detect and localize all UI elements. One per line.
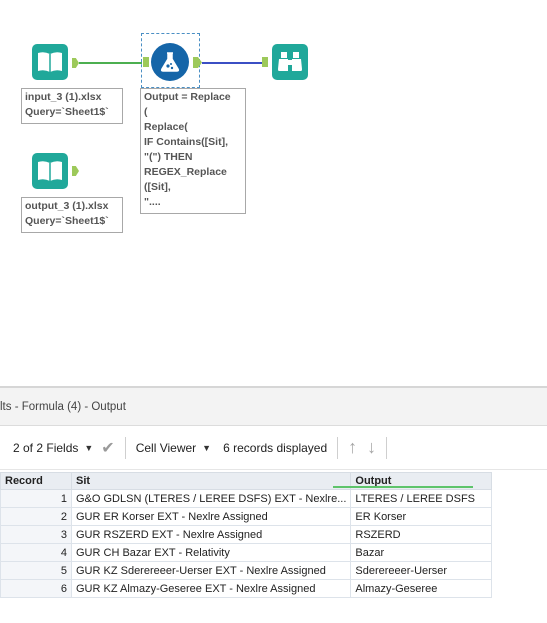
table-row[interactable]: 4 GUR CH Bazar EXT - Relativity Bazar — [0, 543, 493, 562]
record-cell[interactable]: 4 — [0, 543, 72, 562]
sit-cell[interactable]: GUR KZ Almazy-Geseree EXT - Nexlre Assig… — [70, 579, 352, 598]
annotation-line: ".... — [144, 196, 161, 208]
table-row[interactable]: 3 GUR RSZERD EXT - Nexlre Assigned RSZER… — [0, 525, 493, 544]
results-panel: lts - Formula (4) - Output 2 of 2 Fields… — [0, 386, 547, 623]
formula-annotation: Output = Replace ( Replace( IF Contains(… — [140, 88, 246, 214]
chevron-down-icon: ▼ — [202, 442, 212, 453]
sit-cell[interactable]: GUR KZ Sderereeer-Uerser EXT - Nexlre As… — [70, 561, 352, 580]
annotation-line: ([Sit], — [144, 181, 171, 193]
binoculars-icon — [278, 52, 302, 71]
table-row[interactable]: 1 G&O GDLSN (LTERES / LEREE DSFS) EXT - … — [0, 489, 493, 508]
output-column-selection-bar — [333, 486, 473, 488]
chevron-down-icon: ▼ — [84, 442, 94, 453]
arrow-up-icon[interactable]: ↑ — [348, 437, 357, 458]
sit-cell[interactable]: GUR CH Bazar EXT - Relativity — [70, 543, 352, 562]
table-row[interactable]: 2 GUR ER Korser EXT - Nexlre Assigned ER… — [0, 507, 493, 526]
annotation-line: Query=`Sheet1$` — [25, 106, 109, 118]
connection-line[interactable] — [79, 62, 142, 64]
output-tool-anchor[interactable] — [72, 166, 79, 176]
checkmark-icon[interactable]: ✔ — [101, 438, 114, 458]
annotation-line: Replace( — [144, 121, 188, 133]
annotation-line: IF Contains([Sit], — [144, 136, 228, 148]
table-row[interactable]: 6 GUR KZ Almazy-Geseree EXT - Nexlre Ass… — [0, 579, 493, 598]
sit-cell[interactable]: GUR RSZERD EXT - Nexlre Assigned — [70, 525, 352, 544]
results-toolbar: 2 of 2 Fields ▼ ✔ Cell Viewer ▼ 6 record… — [0, 426, 547, 470]
fields-dropdown[interactable]: 2 of 2 Fields ▼ — [13, 441, 93, 455]
record-cell[interactable]: 6 — [0, 579, 72, 598]
output-annotation: output_3 (1).xlsx Query=`Sheet1$` — [21, 197, 123, 233]
toolbar-divider — [386, 436, 388, 459]
results-table: Record Sit Output 1 G&O GDLSN (LTERES / … — [0, 472, 493, 598]
workflow-canvas[interactable]: input_3 (1).xlsx Query=`Sheet1$` Output … — [0, 0, 547, 385]
output-cell[interactable]: RSZERD — [350, 525, 493, 544]
formula-tool[interactable] — [151, 43, 189, 81]
formula-output-anchor[interactable] — [193, 57, 202, 68]
flask-icon — [160, 52, 180, 72]
results-title: lts - Formula (4) - Output — [0, 386, 547, 426]
record-cell[interactable]: 5 — [0, 561, 72, 580]
output-cell[interactable]: Bazar — [350, 543, 493, 562]
toolbar-divider — [124, 436, 126, 459]
column-header-sit[interactable]: Sit — [70, 472, 352, 490]
formula-input-anchor[interactable] — [143, 57, 149, 67]
sit-cell[interactable]: GUR ER Korser EXT - Nexlre Assigned — [70, 507, 352, 526]
table-row[interactable]: 5 GUR KZ Sderereeer-Uerser EXT - Nexlre … — [0, 561, 493, 580]
cell-viewer-dropdown[interactable]: Cell Viewer ▼ — [136, 441, 211, 455]
annotation-line: ( — [144, 106, 148, 118]
output-cell[interactable]: ER Korser — [350, 507, 493, 526]
annotation-line: REGEX_Replace — [144, 166, 227, 178]
records-count: 6 records displayed — [223, 440, 328, 455]
output-cell[interactable]: LTERES / LEREE DSFS — [350, 489, 493, 508]
input-output-anchor[interactable] — [72, 58, 79, 68]
column-header-record[interactable]: Record — [0, 472, 72, 490]
browse-input-anchor[interactable] — [262, 57, 268, 67]
input-data-tool[interactable] — [32, 44, 68, 80]
input-annotation: input_3 (1).xlsx Query=`Sheet1$` — [21, 88, 123, 124]
output-data-tool[interactable] — [32, 153, 68, 189]
annotation-line: output_3 (1).xlsx — [25, 200, 109, 212]
browse-tool[interactable] — [272, 44, 308, 80]
record-cell[interactable]: 1 — [0, 489, 72, 508]
record-cell[interactable]: 2 — [0, 507, 72, 526]
annotation-line: "(") THEN — [144, 151, 193, 163]
book-icon — [38, 161, 62, 181]
annotation-line: Query=`Sheet1$` — [25, 215, 109, 227]
toolbar-divider — [337, 436, 339, 459]
record-cell[interactable]: 3 — [0, 525, 72, 544]
annotation-line: input_3 (1).xlsx — [25, 91, 102, 103]
output-cell[interactable]: Sderereeer-Uerser — [350, 561, 493, 580]
output-cell[interactable]: Almazy-Geseree — [350, 579, 493, 598]
connection-line[interactable] — [202, 62, 262, 64]
book-icon — [38, 52, 62, 72]
cell-viewer-label: Cell Viewer — [135, 440, 197, 455]
arrow-down-icon[interactable]: ↓ — [367, 437, 376, 458]
fields-label: 2 of 2 Fields — [13, 440, 79, 455]
annotation-line: Output = Replace — [144, 91, 231, 103]
sit-cell[interactable]: G&O GDLSN (LTERES / LEREE DSFS) EXT - Ne… — [70, 489, 352, 508]
